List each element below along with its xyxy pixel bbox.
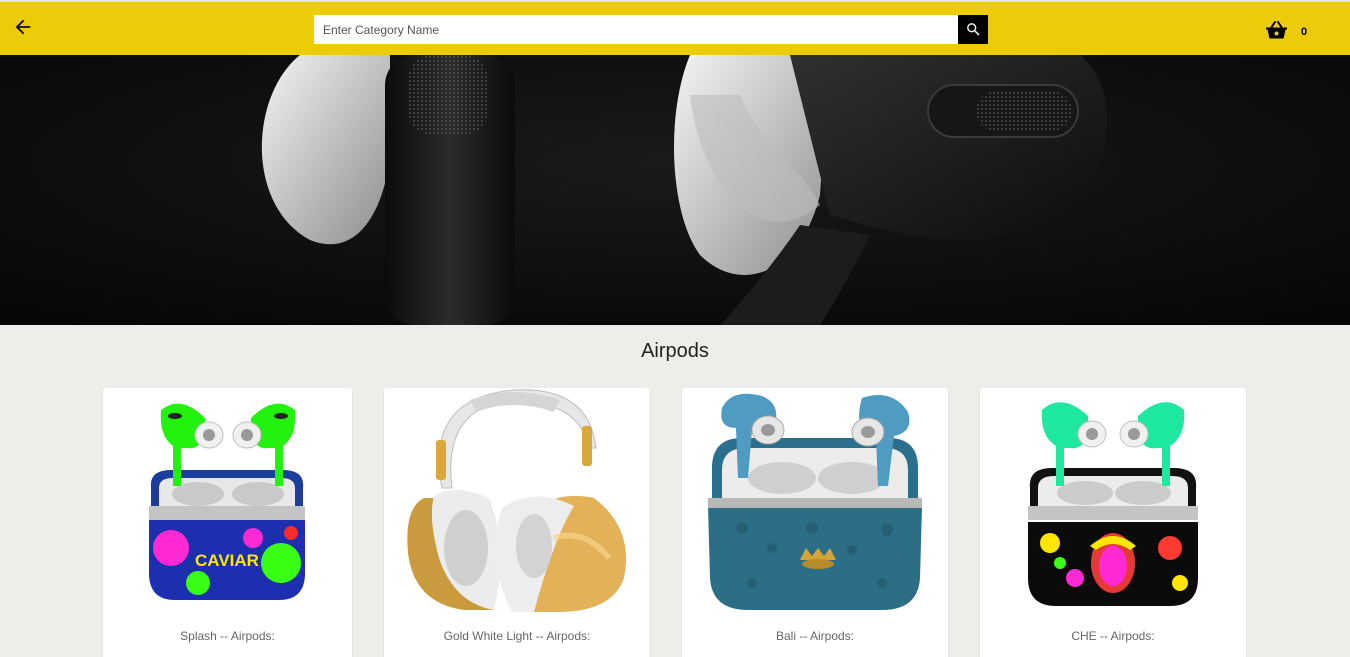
cart-count: 0 (1301, 26, 1308, 38)
search-button[interactable] (958, 15, 988, 44)
hero-banner (0, 55, 1350, 325)
back-arrow-icon[interactable] (12, 16, 34, 38)
svg-text:CAVIAR: CAVIAR (195, 551, 259, 570)
search-input[interactable] (314, 15, 958, 44)
search-bar (314, 15, 988, 44)
product-card-bali[interactable]: Bali -- Airpods: (682, 388, 948, 657)
cart-button[interactable]: 0 (1265, 20, 1307, 40)
product-name[interactable]: CHE -- Airpods: (980, 629, 1246, 643)
product-name[interactable]: Splash -- Airpods: (103, 629, 352, 643)
section-title: Airpods (641, 340, 709, 362)
product-image-splash: CAVIAR (149, 403, 305, 600)
product-name[interactable]: Bali -- Airpods: (682, 629, 948, 643)
product-card-gold-white-light[interactable]: Gold White Light -- Airpods: (384, 388, 650, 657)
product-image-bali (708, 393, 922, 610)
product-image-gold-white-light (407, 389, 626, 613)
product-card-splash[interactable]: CAVIAR Splash -- Airpods: (103, 388, 352, 657)
product-name[interactable]: Gold White Light -- Airpods: (384, 629, 650, 643)
product-image-che (1028, 402, 1198, 606)
basket-icon (1265, 20, 1288, 40)
top-bar: 0 (0, 0, 1350, 55)
search-icon (965, 21, 982, 38)
product-card-che[interactable]: CHE -- Airpods: (980, 388, 1246, 657)
